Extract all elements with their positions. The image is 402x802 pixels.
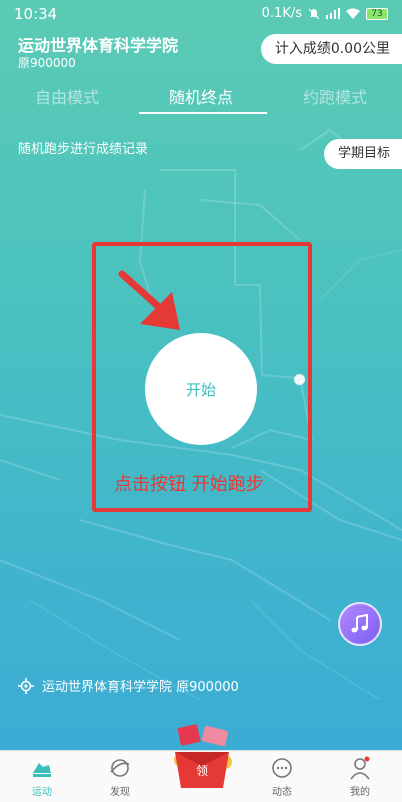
gift-box-button[interactable]: 领 — [165, 722, 239, 792]
nav-item-discover[interactable]: 发现 — [90, 755, 150, 798]
pointer-arrow-icon — [118, 270, 180, 330]
mode-description: 随机跑步进行成绩记录 — [18, 142, 149, 157]
semester-goal-button[interactable]: 学期目标 — [323, 139, 402, 169]
person-icon — [350, 756, 370, 780]
battery-icon: 73 — [366, 7, 388, 20]
music-note-icon — [351, 613, 368, 633]
wifi-icon — [346, 8, 360, 19]
school-subtitle: 原900000 — [18, 56, 76, 70]
tab-random-endpoint[interactable]: 随机终点 — [134, 84, 268, 108]
nav-label-feed: 动态 — [272, 787, 292, 798]
status-time: 10:34 — [14, 5, 58, 23]
status-indicators: 0.1K/s 73 — [262, 6, 388, 21]
nav-item-feed[interactable]: 动态 — [252, 755, 312, 798]
active-tab-indicator — [139, 112, 267, 114]
app-screen: 10:34 0.1K/s 73 运动世界体育科学学院 原900000 计入成绩0… — [0, 0, 402, 802]
chat-bubble-icon — [272, 758, 292, 778]
gift-box-icon — [174, 724, 232, 788]
planet-icon — [110, 759, 130, 777]
nav-label-me: 我的 — [350, 787, 370, 798]
status-bar: 10:34 0.1K/s 73 — [0, 0, 402, 28]
tab-group-run[interactable]: 约跑模式 — [268, 84, 402, 108]
location-text: 运动世界体育科学学院 原900000 — [42, 680, 239, 695]
start-hint: 点击按钮 开始跑步 — [114, 474, 264, 495]
run-shoe-icon — [33, 763, 51, 777]
nav-item-me[interactable]: 我的 — [330, 755, 390, 798]
net-speed: 0.1K/s — [261, 6, 302, 21]
start-run-button[interactable]: 开始 — [145, 333, 257, 445]
tab-free-mode[interactable]: 自由模式 — [0, 84, 134, 108]
crosshair-icon — [18, 677, 34, 694]
location-row: 运动世界体育科学学院 原900000 — [18, 676, 239, 695]
mode-tabs: 自由模式 随机终点 约跑模式 — [0, 80, 402, 116]
nav-label-sport: 运动 — [32, 787, 52, 798]
school-name: 运动世界体育科学学院 — [18, 36, 179, 55]
music-button[interactable] — [338, 602, 382, 646]
nav-item-sport[interactable]: 运动 — [12, 755, 72, 798]
score-counter-button[interactable]: 计入成绩0.00公里 — [260, 34, 402, 64]
nav-label-discover: 发现 — [110, 787, 130, 798]
gift-label: 领 — [195, 764, 208, 778]
signal-icon — [326, 8, 340, 19]
mute-icon — [308, 8, 320, 19]
